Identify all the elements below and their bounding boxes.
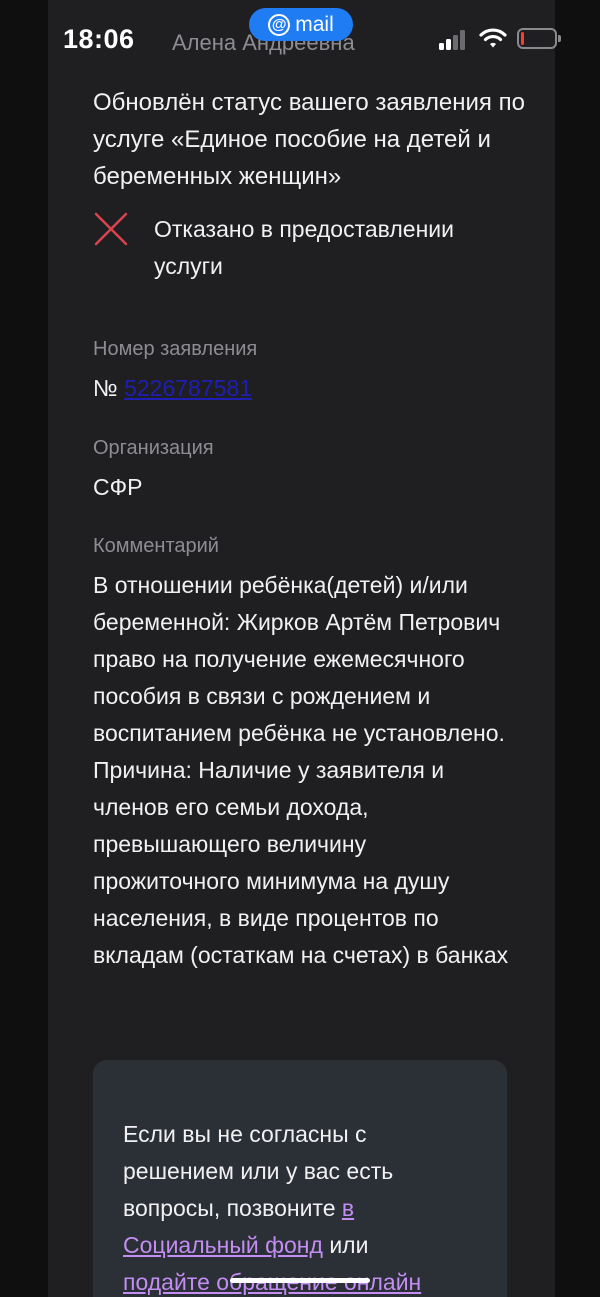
info-box: Если вы не согласны с решением или у вас… (93, 1060, 507, 1297)
comment-label: Комментарий (93, 535, 219, 557)
comment-text: В отношении ребёнка(детей) и/или беремен… (93, 572, 509, 968)
partial-sender-name: Алена Андреевна (172, 30, 355, 55)
status-update-headline: Обновлён статус вашего заявления по услу… (93, 89, 525, 190)
application-number: № 5226787581 (93, 375, 252, 402)
application-number-label: Номер заявления (93, 338, 258, 360)
rejection-status-text: Отказано в предоставлении услуги (154, 216, 454, 279)
info-text: Если вы не согласны с решением или у вас… (123, 1116, 453, 1297)
number-sign: № (93, 375, 118, 401)
application-number-link[interactable]: 5226787581 (124, 375, 252, 401)
organization-value: СФР (93, 474, 143, 500)
cross-icon (94, 212, 128, 246)
info-text-middle: или (322, 1232, 369, 1258)
organization-label: Организация (93, 437, 214, 459)
home-indicator[interactable] (230, 1278, 370, 1283)
